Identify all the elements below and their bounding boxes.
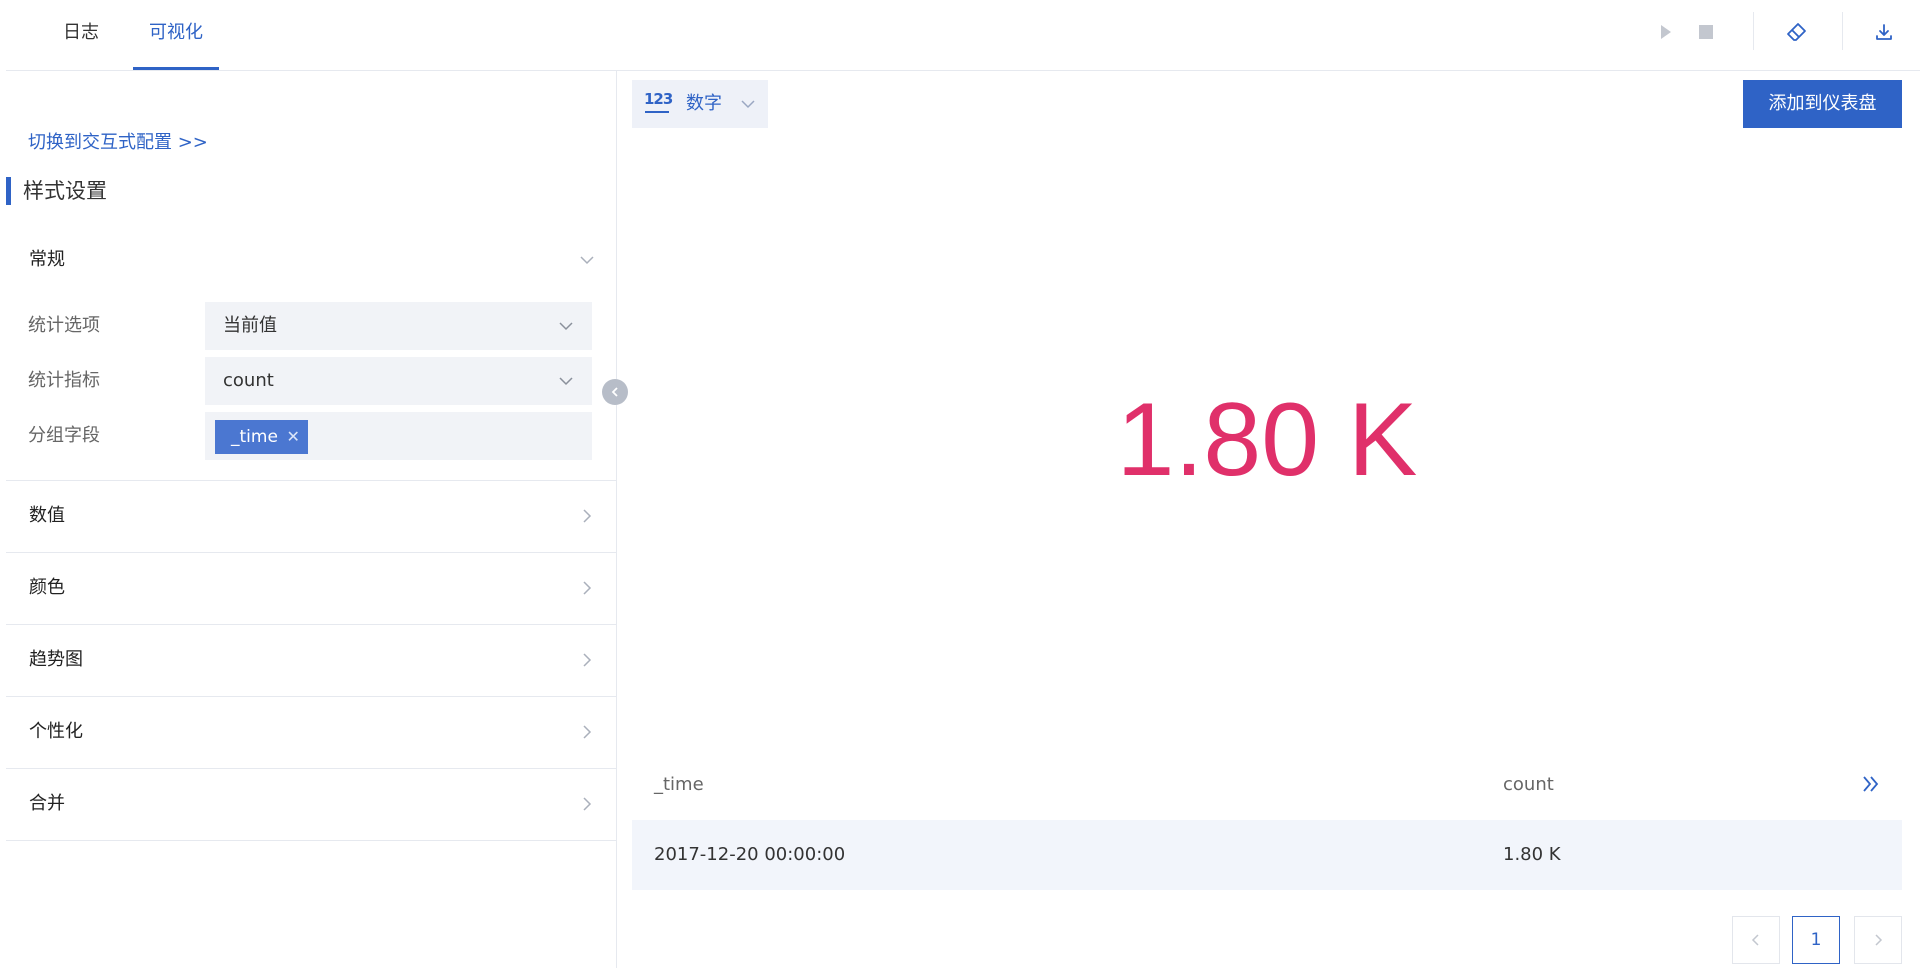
field-tag-label: _time (231, 427, 278, 447)
group-value-label: 数值 (29, 505, 65, 526)
group-field-label: 分组字段 (28, 425, 100, 446)
style-config-panel: 切换到交互式配置 >> 样式设置 常规 统计选项 当前值 统计指标 count … (6, 71, 617, 968)
toolbar-divider (1842, 12, 1843, 50)
group-merge-label: 合并 (29, 793, 65, 814)
group-merge-header[interactable]: 合并 (6, 769, 617, 839)
switch-to-interactive-link[interactable]: 切换到交互式配置 >> (28, 128, 208, 154)
group-general-header[interactable]: 常规 (6, 225, 617, 295)
tab-logs[interactable]: 日志 (40, 0, 122, 70)
chevron-left-icon (611, 387, 618, 397)
group-trend-label: 趋势图 (29, 649, 83, 670)
chevron-down-icon (741, 100, 755, 109)
chevron-right-icon (583, 725, 592, 739)
download-icon[interactable] (1870, 18, 1898, 46)
chevron-down-icon (559, 377, 573, 386)
section-title: 样式设置 (23, 179, 107, 203)
section-accent-bar (6, 177, 11, 205)
group-field-input[interactable]: _time ✕ (205, 412, 592, 460)
eraser-icon[interactable] (1783, 18, 1811, 46)
cell-count: 1.80 K (1503, 844, 1561, 865)
tab-visualization[interactable]: 可视化 (133, 0, 219, 70)
stat-metric-value: count (223, 370, 274, 391)
stop-icon[interactable] (1692, 18, 1720, 46)
group-color-label: 颜色 (29, 577, 65, 598)
stat-metric-label: 统计指标 (28, 370, 100, 391)
group-personalize-label: 个性化 (29, 721, 83, 742)
viz-type-select[interactable]: 123 数字 (632, 80, 768, 128)
chevron-down-icon (580, 256, 594, 265)
chevron-right-icon (583, 797, 592, 811)
toolbar-divider (1753, 12, 1754, 50)
add-to-dashboard-button[interactable]: 添加到仪表盘 (1743, 80, 1902, 128)
close-icon[interactable]: ✕ (287, 420, 300, 454)
number-type-icon: 123 (644, 90, 673, 108)
prev-page-button[interactable] (1732, 916, 1780, 964)
chevron-right-icon (1875, 934, 1883, 946)
chevron-right-icon (583, 653, 592, 667)
column-header-time[interactable]: _time (654, 770, 704, 800)
play-icon[interactable] (1652, 18, 1680, 46)
stat-option-select[interactable]: 当前值 (205, 302, 592, 350)
field-tag: _time ✕ (215, 420, 308, 454)
group-trend-header[interactable]: 趋势图 (6, 625, 617, 695)
column-header-count[interactable]: count (1503, 770, 1554, 800)
double-chevron-right-icon[interactable] (1860, 771, 1882, 797)
stat-option-label: 统计选项 (28, 315, 100, 336)
chevron-right-icon (583, 509, 592, 523)
viz-type-label: 数字 (686, 93, 722, 114)
chevron-left-icon (1751, 934, 1759, 946)
table-row: 2017-12-20 00:00:00 1.80 K (632, 820, 1902, 890)
collapse-panel-button[interactable] (602, 379, 628, 405)
stat-metric-select[interactable]: count (205, 357, 592, 405)
big-number-value: 1.80 K (1116, 382, 1418, 498)
page-number-button[interactable]: 1 (1792, 916, 1840, 964)
next-page-button[interactable] (1854, 916, 1902, 964)
number-type-icon-underline (645, 111, 669, 113)
group-general-label: 常规 (29, 249, 65, 270)
top-tab-bar: 日志 可视化 (6, 0, 1920, 71)
group-personalize-header[interactable]: 个性化 (6, 697, 617, 767)
stat-option-value: 当前值 (223, 315, 277, 336)
group-value-header[interactable]: 数值 (6, 481, 617, 551)
cell-time: 2017-12-20 00:00:00 (654, 844, 846, 865)
chevron-down-icon (559, 322, 573, 331)
group-color-header[interactable]: 颜色 (6, 553, 617, 623)
divider (6, 840, 617, 841)
chevron-right-icon (583, 581, 592, 595)
